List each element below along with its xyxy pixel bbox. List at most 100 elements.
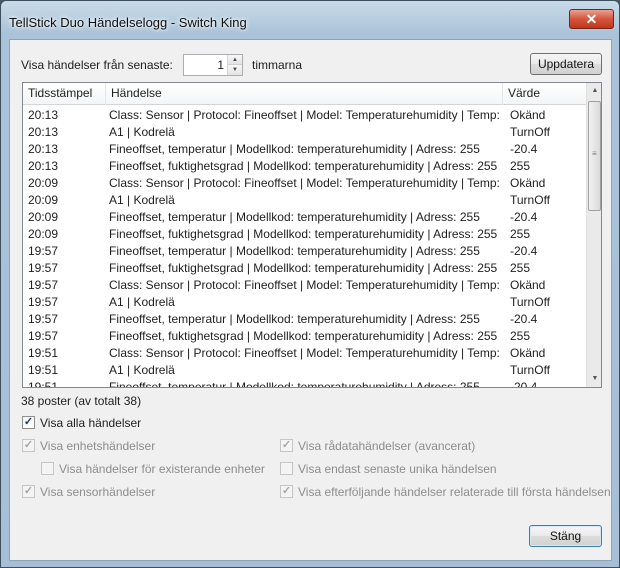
existing-units-label[interactable]: Visa händelser för existerande enheter xyxy=(59,462,265,476)
value-cell: TurnOff xyxy=(510,193,551,207)
timestamp-cell: 20:13 xyxy=(28,142,59,156)
event-cell: Class: Sensor | Protocol: Fineoffset | M… xyxy=(109,346,501,360)
scroll-down-icon[interactable]: ▼ xyxy=(587,371,601,387)
value-cell: -20.4 xyxy=(510,244,538,258)
timestamp-cell: 19:51 xyxy=(28,346,59,360)
event-cell: Fineoffset, fuktighetsgrad | Modellkod: … xyxy=(109,261,498,275)
value-cell: TurnOff xyxy=(510,125,551,139)
refresh-button[interactable]: Uppdatera xyxy=(530,53,602,75)
event-cell: A1 | Kodrelä xyxy=(109,295,175,309)
hours-filter-label: Visa händelser från senaste: xyxy=(21,58,173,72)
table-row[interactable]: 20:13 A1 | Kodrelä TurnOff xyxy=(23,124,586,141)
related-events-checkbox[interactable]: ✓ xyxy=(280,485,293,498)
table-row[interactable]: 19:57 Fineoffset, fuktighetsgrad | Modell… xyxy=(23,260,586,277)
raw-data-label[interactable]: Visa rådatahändelser (avancerat) xyxy=(298,439,475,453)
stepper-up-icon[interactable]: ▲ xyxy=(228,55,242,65)
event-list[interactable]: Tidsstämpel Händelse Värde 20:13 Class: S… xyxy=(22,82,602,388)
table-row[interactable]: 19:57 Class: Sensor | Protocol: Fineoffse… xyxy=(23,277,586,294)
event-cell: Fineoffset, fuktighetsgrad | Modellkod: … xyxy=(109,159,498,173)
dialog-client-area: Visa händelser från senaste: 1 ▲ ▼ timma… xyxy=(9,39,612,561)
value-cell: -20.4 xyxy=(510,380,538,388)
table-row[interactable]: 19:57 A1 | Kodrelä TurnOff xyxy=(23,294,586,311)
event-cell: Class: Sensor | Protocol: Fineoffset | M… xyxy=(109,176,501,190)
value-cell: TurnOff xyxy=(510,295,551,309)
table-row[interactable]: 20:09 A1 | Kodrelä TurnOff xyxy=(23,192,586,209)
table-row[interactable]: 19:57 Fineoffset, temperatur | Modellkod:… xyxy=(23,311,586,328)
event-cell: A1 | Kodrelä xyxy=(109,193,175,207)
show-all-checkbox[interactable]: ✓ xyxy=(22,416,35,429)
stepper-down-icon[interactable]: ▼ xyxy=(228,65,242,75)
event-cell: Class: Sensor | Protocol: Fineoffset | M… xyxy=(109,278,501,292)
table-row[interactable]: 19:57 Fineoffset, temperatur | Modellkod:… xyxy=(23,243,586,260)
latest-unique-label[interactable]: Visa endast senaste unika händelsen xyxy=(298,462,497,476)
list-header: Tidsstämpel Händelse Värde xyxy=(23,83,586,105)
timestamp-cell: 19:51 xyxy=(28,363,59,377)
hours-value[interactable]: 1 xyxy=(217,58,224,72)
timestamp-cell: 19:51 xyxy=(28,380,59,388)
value-cell: Okänd xyxy=(510,346,546,360)
show-all-label[interactable]: Visa alla händelser xyxy=(40,416,141,430)
device-events-checkbox[interactable]: ✓ xyxy=(22,439,35,452)
timestamp-cell: 20:09 xyxy=(28,227,59,241)
value-cell: -20.4 xyxy=(510,142,538,156)
related-events-label[interactable]: Visa efterföljande händelser relaterade … xyxy=(298,485,611,499)
event-cell: Fineoffset, fuktighetsgrad | Modellkod: … xyxy=(109,329,498,343)
timestamp-cell: 20:09 xyxy=(28,210,59,224)
record-count: 38 poster (av totalt 38) xyxy=(21,394,142,408)
device-events-label[interactable]: Visa enhetshändelser xyxy=(40,439,155,453)
hours-suffix-label: timmarna xyxy=(252,58,303,72)
close-button[interactable]: Stäng xyxy=(529,525,602,547)
column-header-timestamp[interactable]: Tidsstämpel xyxy=(23,83,106,105)
timestamp-cell: 19:57 xyxy=(28,329,59,343)
table-row[interactable]: 19:51 A1 | Kodrelä TurnOff xyxy=(23,362,586,379)
sensor-events-checkbox[interactable]: ✓ xyxy=(22,485,35,498)
timestamp-cell: 20:13 xyxy=(28,108,59,122)
sensor-events-label[interactable]: Visa sensorhändelser xyxy=(40,485,155,499)
column-header-event[interactable]: Händelse xyxy=(106,83,503,105)
latest-unique-checkbox[interactable] xyxy=(280,462,293,475)
event-cell: Fineoffset, temperatur | Modellkod: temp… xyxy=(109,312,480,326)
table-row[interactable]: 20:09 Class: Sensor | Protocol: Fineoffse… xyxy=(23,175,586,192)
event-cell: A1 | Kodrelä xyxy=(109,363,175,377)
value-cell: TurnOff xyxy=(510,363,551,377)
value-cell: -20.4 xyxy=(510,312,538,326)
list-rows: 20:13 Class: Sensor | Protocol: Fineoffse… xyxy=(23,107,586,388)
scroll-up-icon[interactable]: ▲ xyxy=(587,83,601,99)
table-row[interactable]: 20:13 Class: Sensor | Protocol: Fineoffse… xyxy=(23,107,586,124)
timestamp-cell: 19:57 xyxy=(28,261,59,275)
table-row[interactable]: 20:09 Fineoffset, fuktighetsgrad | Modell… xyxy=(23,226,586,243)
table-row[interactable]: 19:57 Fineoffset, fuktighetsgrad | Modell… xyxy=(23,328,586,345)
stepper-buttons: ▲ ▼ xyxy=(227,55,242,75)
table-row[interactable]: 19:51 Fineoffset, temperatur | Modellkod:… xyxy=(23,379,586,388)
value-cell: Okänd xyxy=(510,176,546,190)
existing-units-checkbox[interactable] xyxy=(41,462,54,475)
value-cell: 255 xyxy=(510,227,531,241)
value-cell: 255 xyxy=(510,261,531,275)
timestamp-cell: 20:13 xyxy=(28,159,59,173)
timestamp-cell: 20:09 xyxy=(28,176,59,190)
timestamp-cell: 19:57 xyxy=(28,278,59,292)
scrollbar-thumb[interactable]: ≡ xyxy=(588,101,601,211)
timestamp-cell: 19:57 xyxy=(28,244,59,258)
timestamp-cell: 20:13 xyxy=(28,125,59,139)
event-cell: Fineoffset, temperatur | Modellkod: temp… xyxy=(109,142,480,156)
column-header-value[interactable]: Värde xyxy=(503,83,586,105)
close-window-button[interactable]: ✕ xyxy=(569,9,614,29)
timestamp-cell: 19:57 xyxy=(28,295,59,309)
table-row[interactable]: 20:13 Fineoffset, fuktighetsgrad | Modell… xyxy=(23,158,586,175)
table-row[interactable]: 20:09 Fineoffset, temperatur | Modellkod:… xyxy=(23,209,586,226)
table-row[interactable]: 19:51 Class: Sensor | Protocol: Fineoffse… xyxy=(23,345,586,362)
table-row[interactable]: 20:13 Fineoffset, temperatur | Modellkod:… xyxy=(23,141,586,158)
title-bar[interactable]: TellStick Duo Händelselogg - Switch King… xyxy=(1,1,619,35)
timestamp-cell: 20:09 xyxy=(28,193,59,207)
raw-data-checkbox[interactable]: ✓ xyxy=(280,439,293,452)
event-cell: Fineoffset, temperatur | Modellkod: temp… xyxy=(109,210,480,224)
vertical-scrollbar[interactable]: ▲ ≡ ▼ xyxy=(586,83,601,387)
window-title: TellStick Duo Händelselogg - Switch King xyxy=(9,15,247,30)
hours-stepper[interactable]: 1 ▲ ▼ xyxy=(183,54,243,76)
value-cell: Okänd xyxy=(510,108,546,122)
timestamp-cell: 19:57 xyxy=(28,312,59,326)
event-cell: A1 | Kodrelä xyxy=(109,125,175,139)
value-cell: 255 xyxy=(510,159,531,173)
grip-icon: ≡ xyxy=(592,149,597,158)
